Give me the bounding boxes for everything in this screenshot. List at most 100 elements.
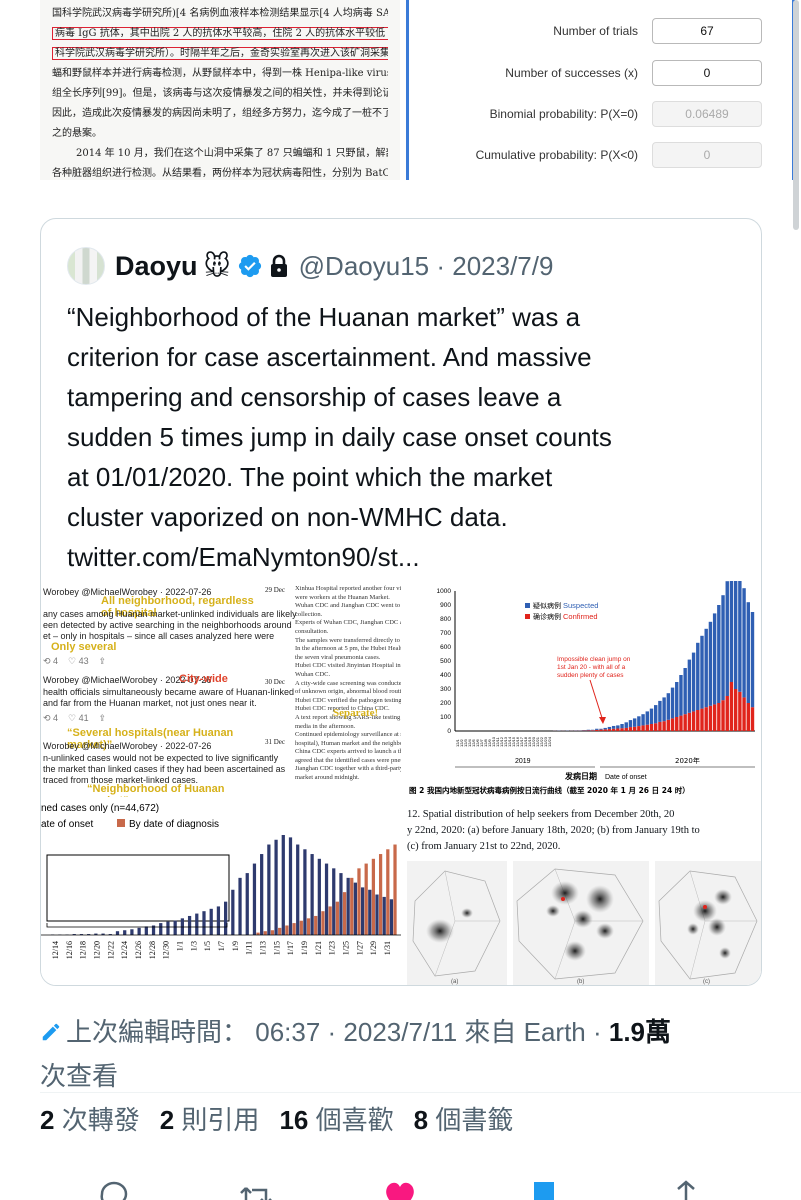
tweet-link[interactable]: twitter.com/EmaNymton90/st... xyxy=(67,537,747,577)
chart-title: ned cases only (n=44,672) xyxy=(41,803,159,814)
confirmed-bar xyxy=(590,730,595,731)
tweet-body: the market than linked cases if they had… xyxy=(43,764,286,774)
suspected-bar xyxy=(742,588,746,698)
scrollbar-thumb[interactable] xyxy=(793,0,799,230)
confirmed-bar xyxy=(628,727,633,731)
doc-line: 病毒 IgG 抗体，其中出院 2 人的抗体水平较高，住院 2 人的抗体水平较低（… xyxy=(52,24,388,44)
suspected-bar xyxy=(620,724,624,729)
top-media-strip[interactable]: 国科学院武汉病毒学研究所)[4 名病例血液样本检测结果显示[4 人均病毒 SAR… xyxy=(40,0,795,180)
media-epi-curve-chart[interactable]: 1000 900 800 700 600 500 400 300 200 100 0 12/1 12/… xyxy=(405,581,761,797)
confirmed-bar xyxy=(616,728,620,731)
y-tick-label: 300 xyxy=(440,686,451,693)
onset-bar xyxy=(115,931,120,935)
suspected-bar xyxy=(603,727,607,730)
diagnosis-bar xyxy=(364,863,368,935)
annotation: “Neighborhood of Huanan market” xyxy=(87,783,225,797)
media-worobey-screenshots[interactable]: Worobey @MichaelWorobey · 2022-07-26 All… xyxy=(41,581,401,797)
tweet-body: and far from the Huanan market, not just… xyxy=(43,698,257,708)
onset-bar xyxy=(353,882,357,935)
confirmed-bar xyxy=(683,714,687,731)
doc-line: 蝠和野鼠样本并进行病毒检测，从野鼠样本中，得到一株 Henipa-like vi… xyxy=(52,68,388,79)
x-tick-label: 12/20 xyxy=(92,941,101,959)
edited-label[interactable]: 上次編輯時間： xyxy=(66,1017,248,1047)
quoted-tweet-text: “Neighborhood of the Huanan market” was … xyxy=(67,297,747,577)
chinese-document-image[interactable]: 国科学院武汉病毒学研究所)[4 名病例血液样本检测结果显示[4 人均病毒 SAR… xyxy=(40,0,400,180)
annotation-arrow xyxy=(589,679,604,722)
likes-stat[interactable]: 16 個喜歡 xyxy=(279,1100,393,1137)
map-panel-c: (c) xyxy=(655,861,761,985)
y-tick-label: 200 xyxy=(440,700,451,707)
confirmed-bar xyxy=(712,704,717,731)
inset-box xyxy=(46,854,230,922)
suspected-bar xyxy=(637,716,641,727)
y-tick-label: 100 xyxy=(440,714,451,721)
onset-bar xyxy=(332,868,336,935)
suspected-bar xyxy=(611,725,616,729)
confirmed-bar xyxy=(746,703,750,731)
onset-bar xyxy=(252,863,257,935)
avatar[interactable] xyxy=(67,247,105,285)
onset-bar xyxy=(281,835,285,935)
tweet-body: n-unlinked cases would not be expected t… xyxy=(43,753,279,763)
year-2020: 2020年 xyxy=(675,756,700,765)
x-tick-label: 1/27 xyxy=(355,941,364,955)
author-name[interactable]: Daoyu xyxy=(115,251,198,282)
suspected-bar xyxy=(700,635,704,709)
annotation: Separate! xyxy=(333,707,379,719)
retweets-stat[interactable]: 2 次轉發 xyxy=(40,1100,140,1137)
diagnosis-bar xyxy=(285,925,289,935)
suspected-bar xyxy=(691,652,696,712)
map-panel-a: (a) xyxy=(407,861,507,985)
maps-svg: (a) (b) (c) xyxy=(407,861,761,985)
x-tick-label: 1/13 xyxy=(259,941,268,955)
chart-annotation: 1st Jan 20 - with all of a xyxy=(557,664,626,671)
quoted-tweet-card[interactable]: Daoyu 🐭 @Daoyu15 · 2023/7/9 “Neighborhoo… xyxy=(40,218,762,986)
confirmed-bar xyxy=(704,707,708,731)
suspected-bar xyxy=(704,628,708,708)
bookmarks-stat[interactable]: 8 個書籤 xyxy=(414,1100,514,1137)
diagnosis-bar xyxy=(270,930,275,935)
suspected-bar xyxy=(658,700,662,722)
reply-icon[interactable] xyxy=(96,1178,132,1200)
confirmed-bar xyxy=(599,729,603,731)
retweet-icon[interactable] xyxy=(238,1178,274,1200)
suspected-bar xyxy=(670,687,675,719)
bookmark-icon[interactable] xyxy=(526,1178,562,1200)
diagnosis-bar xyxy=(378,854,383,935)
media-case-count-chart[interactable]: ned cases only (n=44,672) ate of onset B… xyxy=(41,801,401,985)
media-spatial-maps[interactable]: 12. Spatial distribution of help seekers… xyxy=(405,801,761,985)
suspected-bar xyxy=(725,581,729,696)
suspected-bar xyxy=(712,613,717,705)
x-tick-label: 12/24 xyxy=(120,941,129,959)
diagnosis-bar xyxy=(292,923,296,935)
x-tick-label: 1/5 xyxy=(203,941,212,951)
suspected-bar xyxy=(654,705,658,724)
confirmed-bar xyxy=(666,719,671,731)
suspected-bar xyxy=(616,725,620,729)
diagnosis-bar xyxy=(335,901,339,935)
onset-bar xyxy=(238,877,242,935)
binomial-calculator-image[interactable]: Number of trials 67 Number of successes … xyxy=(406,0,795,180)
like-icon[interactable] xyxy=(382,1178,418,1200)
x-tick-label: 1/9 xyxy=(231,941,240,951)
share-icon[interactable] xyxy=(668,1178,704,1200)
annotation: Only several xyxy=(51,641,117,653)
panel-label: (b) xyxy=(577,979,584,985)
onset-bar xyxy=(224,901,228,935)
onset-bar xyxy=(195,913,199,935)
onset-bar xyxy=(187,915,192,935)
y-tick-label: 600 xyxy=(440,644,451,651)
tweet-text-line: at 01/01/2020. The point which the marke… xyxy=(67,462,553,492)
onset-bar xyxy=(303,849,307,935)
doc-line: 科学院武汉病毒学研究所）。时隔半年之后，金奇实验室再次进入该矿洞采集蝙 xyxy=(52,44,388,64)
legend-swatch-confirmed xyxy=(525,614,530,619)
onset-bar xyxy=(173,920,177,935)
x-tick-label: 1/15 xyxy=(272,941,281,955)
legend-confirmed-en: Confirmed xyxy=(563,612,598,621)
handle-and-date[interactable]: @Daoyu15 · 2023/7/9 xyxy=(299,251,554,282)
views-label: 次查看 xyxy=(40,1061,119,1091)
quotes-stat[interactable]: 2 則引用 xyxy=(160,1100,260,1137)
year-2019: 2019 xyxy=(515,758,531,765)
x-tick-label: 12/18 xyxy=(79,941,88,959)
edited-time[interactable]: 06:37 · 2023/7/11 xyxy=(255,1017,457,1047)
